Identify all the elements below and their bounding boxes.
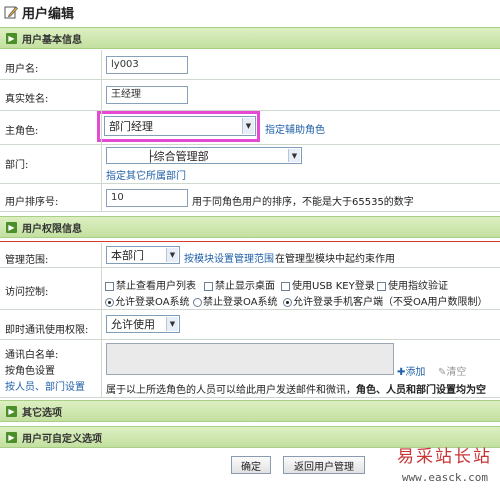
by-role-label: 按角色设置 xyxy=(5,366,55,377)
watermark: 易采站长站 www.easck.com xyxy=(372,442,496,486)
im-permission-row: 即时通讯使用权限: 允许使用 ▼ xyxy=(0,310,500,340)
checkbox[interactable] xyxy=(204,281,213,291)
section-custom-title: 用户可自定义选项 xyxy=(22,433,102,445)
section-other-header[interactable]: ▶ 其它选项 xyxy=(0,400,500,422)
im-select-value: 允许使用 xyxy=(111,318,155,331)
realname-label: 真实姓名: xyxy=(5,94,49,105)
section-basic-title: 用户基本信息 xyxy=(22,34,82,46)
access-control-label: 访问控制: xyxy=(5,287,49,298)
assign-aux-role-link[interactable]: 指定辅助角色 xyxy=(265,121,325,136)
radio-label: 允许登录OA系统 xyxy=(115,297,190,308)
order-note: 用于同角色用户的排序，不能是大于65535的数字 xyxy=(192,197,414,208)
chevron-down-icon: ▼ xyxy=(166,248,178,262)
im-permission-label: 即时通讯使用权限: xyxy=(5,325,89,336)
radio-allow-oa[interactable]: 允许登录OA系统 xyxy=(105,293,190,308)
checkbox[interactable] xyxy=(105,281,114,291)
scope-label: 管理范围: xyxy=(5,255,49,266)
radio-deny-oa[interactable]: 禁止登录OA系统 xyxy=(193,293,278,308)
role-label: 主角色: xyxy=(5,126,39,137)
department-select[interactable]: ├综合管理部 ▼ xyxy=(106,147,302,164)
check-label: 使用USB KEY登录 xyxy=(292,281,375,292)
checkbox[interactable] xyxy=(281,281,290,291)
clear-link-label: 清空 xyxy=(446,367,467,378)
by-person-dept-link[interactable]: 按人员、部门设置 xyxy=(5,378,85,393)
radio-allow-mobile[interactable]: 允许登录手机客户端（不受OA用户数限制） xyxy=(283,293,488,308)
title-bar: 用户编辑 xyxy=(0,0,500,24)
scope-row: 管理范围: 本部门 ▼ 按模块设置管理范围 在管理型模块中起约束作用 xyxy=(0,243,500,268)
role-highlight-box xyxy=(97,111,260,142)
scope-select[interactable]: 本部门 ▼ xyxy=(106,246,180,264)
order-input[interactable]: 10 xyxy=(106,189,188,207)
department-row: 部门: ├综合管理部 ▼ 指定其它所属部门 xyxy=(0,145,500,184)
section-perm-header[interactable]: ▶ 用户权限信息 xyxy=(0,216,500,238)
section-perm-title: 用户权限信息 xyxy=(22,223,82,235)
radio-label: 允许登录手机客户端（不受OA用户数限制） xyxy=(293,297,488,308)
column-divider xyxy=(101,243,102,398)
confirm-button[interactable]: 确定 xyxy=(231,456,271,474)
assign-other-dept-link[interactable]: 指定其它所属部门 xyxy=(106,167,186,182)
page-title: 用户编辑 xyxy=(22,6,75,22)
chevron-down-icon: ▼ xyxy=(166,317,178,331)
radio-button[interactable] xyxy=(105,297,114,307)
scope-note: 在管理型模块中起约束作用 xyxy=(275,254,395,265)
expand-arrow-icon: ▶ xyxy=(6,32,17,44)
order-label: 用户排序号: xyxy=(5,197,59,208)
realname-row: 真实姓名: 王经理 xyxy=(0,80,500,111)
order-row: 用户排序号: 10 用于同角色用户的排序，不能是大于65535的数字 xyxy=(0,184,500,212)
im-permission-select[interactable]: 允许使用 ▼ xyxy=(106,315,180,333)
check-fingerprint[interactable]: 使用指纹验证 xyxy=(377,277,448,292)
radio-label: 禁止登录OA系统 xyxy=(203,297,278,308)
username-label: 用户名: xyxy=(5,64,39,75)
check-hide-user-list[interactable]: 禁止查看用户列表 xyxy=(105,277,196,292)
watermark-title: 易采站长站 xyxy=(397,447,492,467)
username-input[interactable]: ly003 xyxy=(106,56,188,74)
radio-button[interactable] xyxy=(283,297,292,307)
check-usb-key[interactable]: 使用USB KEY登录 xyxy=(281,277,375,292)
expand-arrow-icon: ▶ xyxy=(6,431,17,443)
radio-button[interactable] xyxy=(193,297,202,307)
expand-arrow-icon: ▶ xyxy=(6,405,17,417)
scope-by-module-link[interactable]: 按模块设置管理范围 xyxy=(184,250,274,265)
check-label: 禁止查看用户列表 xyxy=(116,281,196,292)
section-basic-header[interactable]: ▶ 用户基本信息 xyxy=(0,27,500,49)
add-link-label: 添加 xyxy=(405,367,426,378)
expand-arrow-icon: ▶ xyxy=(6,221,17,233)
checkbox[interactable] xyxy=(377,281,386,291)
department-select-value: ├综合管理部 xyxy=(147,149,209,163)
watermark-url: www.easck.com xyxy=(401,471,488,484)
username-row: 用户名: ly003 xyxy=(0,50,500,80)
whitelist-note-bold: 角色、人员和部门设置均为空 xyxy=(356,385,486,396)
access-control-row: 访问控制: 禁止查看用户列表 禁止显示桌面 使用USB KEY登录 使用指纹验证… xyxy=(0,268,500,310)
clear-link[interactable]: ✎清空 xyxy=(438,363,466,378)
check-label: 禁止显示桌面 xyxy=(215,281,275,292)
whitelist-label: 通讯白名单: xyxy=(5,350,59,361)
red-divider xyxy=(0,241,500,242)
department-label: 部门: xyxy=(5,160,29,171)
section-other-title: 其它选项 xyxy=(22,407,62,419)
add-link[interactable]: ✚添加 xyxy=(397,363,425,378)
whitelist-row: 通讯白名单: 按角色设置 按人员、部门设置 ✚添加 ✎清空 属于以上所选角色的人… xyxy=(0,340,500,398)
whitelist-note-text: 属于以上所选角色的人员可以给此用户发送邮件和微讯， xyxy=(106,385,356,396)
check-hide-desktop[interactable]: 禁止显示桌面 xyxy=(204,277,275,292)
realname-input[interactable]: 王经理 xyxy=(106,86,188,104)
check-label: 使用指纹验证 xyxy=(388,281,448,292)
back-to-user-management-button[interactable]: 返回用户管理 xyxy=(283,456,365,474)
chevron-down-icon: ▼ xyxy=(288,149,300,162)
column-divider xyxy=(101,50,102,212)
user-edit-page: 用户编辑 ▶ 用户基本信息 用户名: ly003 真实姓名: 王经理 主角色: … xyxy=(0,0,500,488)
scope-select-value: 本部门 xyxy=(111,249,144,262)
edit-icon xyxy=(4,6,18,19)
whitelist-textarea[interactable] xyxy=(106,343,394,375)
whitelist-note: 属于以上所选角色的人员可以给此用户发送邮件和微讯，角色、人员和部门设置均为空 xyxy=(106,381,486,396)
